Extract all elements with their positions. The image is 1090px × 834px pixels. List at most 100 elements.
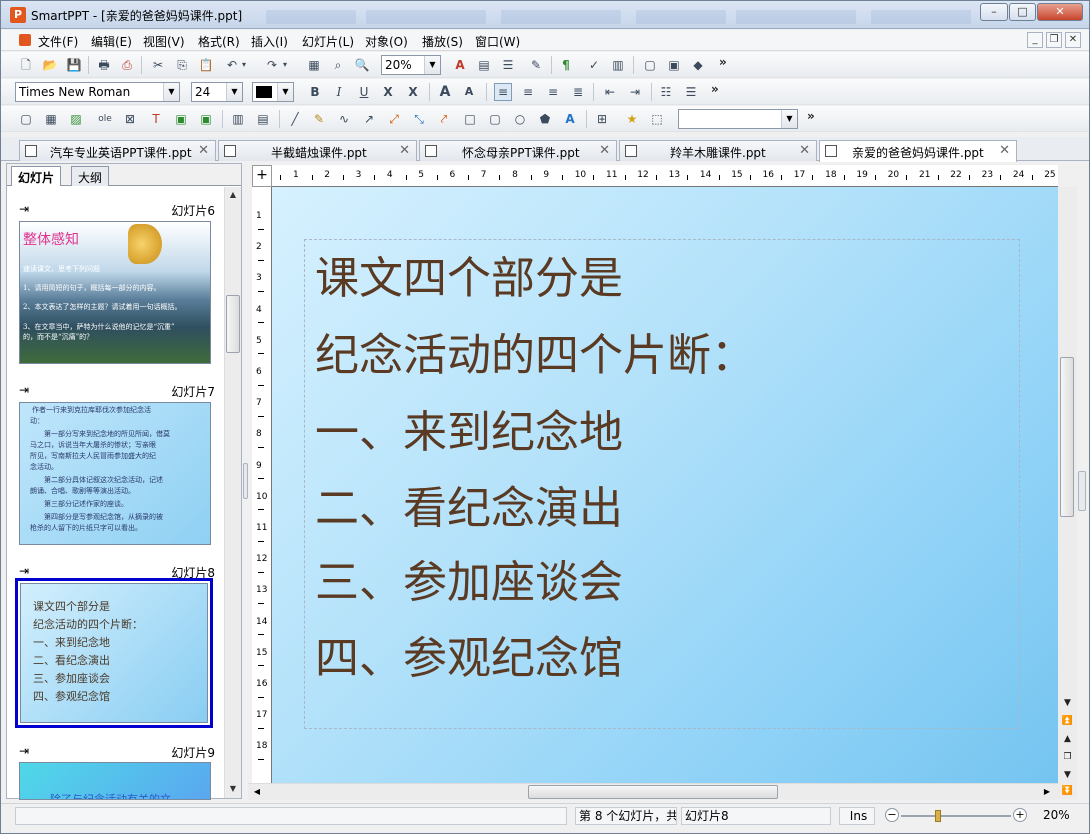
font-name-combo[interactable]: Times New Roman ▼ [15,82,180,102]
scroll-right-icon[interactable]: ▶ [1040,785,1054,799]
vertical-ruler[interactable]: 1 2 3 4 5 6 7 8 9 10 11 12 13 14 15 16 17 18 [252,187,272,783]
find-icon[interactable]: ⌕ [329,56,347,74]
first-slide-icon[interactable]: ⏫ [1060,713,1075,727]
ole-object-icon[interactable]: ole [96,110,114,128]
open-icon[interactable]: 📂 [41,56,59,74]
slide-thumbnail-7[interactable]: 作者一行来到克拉库耶伐次参加纪念活 动： 第一部分写来到纪念地的所见所闻，借莫 … [19,402,211,545]
strikethrough-button[interactable]: X [379,83,397,101]
slide-thumbnail-8-selected[interactable]: 课文四个部分是 纪念活动的四个片断： 一、来到纪念地 二、看纪念演出 三、参加座… [15,578,213,728]
close-icon[interactable]: ✕ [799,143,810,158]
zoom-out-button[interactable]: − [885,808,899,822]
rounded-rect-icon[interactable]: ▢ [486,110,504,128]
close-icon[interactable]: ✕ [999,143,1010,158]
tab-document-1[interactable]: 汽车专业英语PPT课件.ppt ✕ [19,140,216,161]
paragraph-icon[interactable]: ¶ [557,56,575,74]
ungroup-icon[interactable]: ▤ [254,110,272,128]
media-icon[interactable]: ▣ [172,110,190,128]
slide-text-line[interactable]: 纪念活动的四个片断： [315,319,755,383]
close-button[interactable]: ✕ [1037,3,1083,21]
menu-view[interactable]: 视图(V) [143,33,185,50]
wordart-icon[interactable]: A [561,110,579,128]
indent-decrease-icon[interactable]: ⇤ [601,83,619,101]
redo-dropdown-icon[interactable]: ▾ [280,56,290,74]
picture-frame-icon[interactable]: ▣ [197,110,215,128]
bullet-list-icon[interactable]: ☷ [657,83,675,101]
scroll-left-icon[interactable]: ◀ [250,785,264,799]
slide-text-line[interactable]: 一、来到纪念地 [315,396,623,460]
close-icon[interactable]: ✕ [599,143,610,158]
rectangle-icon[interactable]: □ [461,110,479,128]
align-objects-icon[interactable]: ⊞ [593,110,611,128]
menu-format[interactable]: 格式(R) [198,33,240,50]
style-combo[interactable]: ▼ [678,109,798,129]
star-icon[interactable]: ★ [623,110,641,128]
curved-connector-icon[interactable]: ⤤ [435,110,453,128]
menu-play[interactable]: 播放(S) [422,33,463,50]
brush-icon[interactable]: ✎ [527,56,545,74]
slide-layout-icon[interactable]: ❐ [1060,749,1075,763]
pen-icon[interactable]: ✎ [310,110,328,128]
subscript-button[interactable]: X [404,83,422,101]
menu-object[interactable]: 对象(O) [365,33,408,50]
font-size-combo[interactable]: 24 ▼ [191,82,243,102]
tab-document-3[interactable]: 怀念母亲PPT课件.ppt ✕ [419,140,617,161]
menu-slide[interactable]: 幻灯片(L) [302,33,354,50]
group-icon[interactable]: ▥ [229,110,247,128]
chevron-down-icon[interactable]: ▼ [226,83,242,101]
menu-edit[interactable]: 编辑(E) [91,33,132,50]
title-bar[interactable]: P SmartPPT - [亲爱的爸爸妈妈课件.ppt] – □ ✕ [1,1,1089,29]
text-color-icon[interactable]: A [451,56,469,74]
menu-window[interactable]: 窗口(W) [475,33,520,50]
image-icon[interactable]: ▨ [67,110,85,128]
elbow-connector-icon[interactable]: ⤡ [410,110,428,128]
pdf-icon[interactable]: ⎙ [118,56,136,74]
shape3d-icon[interactable]: ◆ [689,56,707,74]
field-icon[interactable]: ⊠ [121,110,139,128]
align-left-icon[interactable]: ≡ [494,83,512,101]
mdi-restore-button[interactable]: ❐ [1046,32,1062,48]
save-icon[interactable]: 💾 [65,56,83,74]
autoshape-icon[interactable]: ⬟ [536,110,554,128]
scroll-thumb[interactable] [528,785,778,799]
previous-slide-icon[interactable]: ▲ [1060,731,1075,745]
indent-increase-icon[interactable]: ⇥ [626,83,644,101]
slide-panel-scrollbar[interactable]: ▲ ▼ [224,187,241,798]
slide-thumbnail-6[interactable]: 整体感知 速读课文，思考下列问题 1、请用简短的句子，概括每一部分的内容。 2、… [19,221,211,364]
chevron-down-icon[interactable]: ▼ [781,110,797,128]
scroll-thumb[interactable] [226,295,240,353]
zoom-icon[interactable]: 🔍 [353,56,371,74]
ruler-corner[interactable]: + [252,165,272,187]
scroll-down-icon[interactable]: ▼ [226,782,240,796]
grid-table-icon[interactable]: ▦ [42,110,60,128]
text-color-combo[interactable]: ▼ [252,82,294,102]
layout-icon[interactable]: ▣ [665,56,683,74]
slide-text-line[interactable]: 四、参观纪念馆 [315,622,623,686]
toolbar-more-icon[interactable]: » [719,55,727,69]
slide-text-line[interactable]: 三、参加座谈会 [315,546,623,610]
minimize-button[interactable]: – [980,3,1008,21]
tab-slides[interactable]: 幻灯片 [11,166,62,186]
scroll-up-icon[interactable]: ▲ [226,188,240,202]
zoom-combo[interactable]: 20% ▼ [381,55,441,75]
zoom-slider-knob[interactable] [935,810,941,822]
close-icon[interactable]: ✕ [399,143,410,158]
list-icon[interactable]: ☰ [499,56,517,74]
ellipse-icon[interactable]: ○ [511,110,529,128]
menu-file[interactable]: 文件(F) [38,33,78,50]
last-slide-icon[interactable]: ⏬ [1060,783,1075,797]
close-icon[interactable]: ✕ [198,143,209,158]
italic-button[interactable]: I [330,83,348,101]
copy-icon[interactable]: ⎘ [173,56,191,74]
select-objects-icon[interactable]: ⬚ [648,110,666,128]
horizontal-scrollbar[interactable]: ◀ ▶ [248,783,1058,800]
frame-icon[interactable]: ▢ [17,110,35,128]
chart-icon[interactable]: ▥ [609,56,627,74]
scroll-thumb[interactable] [1060,357,1074,517]
horizontal-ruler[interactable]: 1 2 3 4 5 6 7 8 9 10 11 12 13 14 15 16 17 18 19 20 21 22 23 24 2… [272,165,1058,187]
table-icon[interactable]: ▤ [475,56,493,74]
maximize-button[interactable]: □ [1009,3,1036,21]
tab-document-4[interactable]: 羚羊木雕课件.ppt ✕ [619,140,817,161]
connector-icon[interactable]: ⤢ [385,110,403,128]
paste-icon[interactable]: 📋 [197,56,215,74]
slide-text-line[interactable]: 课文四个部分是 [315,242,623,306]
